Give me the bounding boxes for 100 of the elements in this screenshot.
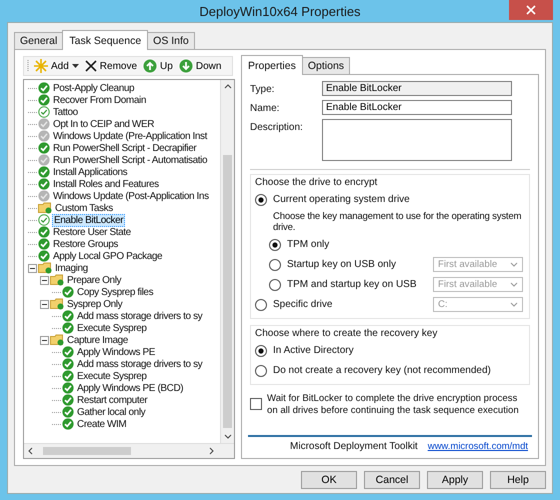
tab[interactable]: Properties <box>241 55 303 75</box>
tree-item[interactable]: Imaging <box>54 262 89 274</box>
tree-item[interactable]: Enable BitLocker <box>52 214 126 226</box>
check-circle-icon <box>62 286 74 298</box>
check-circle-icon <box>38 142 50 154</box>
field-label: Type: <box>250 83 276 95</box>
tree-item[interactable]: Add mass storage drivers to sy <box>76 358 204 370</box>
tab[interactable]: OS Info <box>147 32 195 49</box>
left-chevron-icon[interactable] <box>28 447 33 455</box>
tree-item[interactable]: Restore User State <box>52 226 132 238</box>
radio-button[interactable] <box>255 298 267 310</box>
collapse-toggle-icon[interactable] <box>40 276 49 284</box>
type-field[interactable]: Enable BitLocker <box>322 81 512 96</box>
radio-button[interactable] <box>269 238 281 250</box>
check-circle-icon <box>62 382 74 394</box>
tree-item[interactable]: Windows Update (Pre-Application Inst <box>52 130 208 142</box>
disabled-check-icon <box>38 190 50 202</box>
check-circle-icon <box>62 310 74 322</box>
group-title: Choose the drive to encrypt <box>255 177 378 188</box>
grip-icon[interactable] <box>27 59 30 73</box>
tab[interactable]: General <box>14 32 64 49</box>
checkbox[interactable] <box>250 398 262 410</box>
dialog-button[interactable]: Apply <box>427 471 483 489</box>
right-chevron-icon[interactable] <box>209 447 214 455</box>
tree-item[interactable]: Apply Windows PE (BCD) <box>76 382 184 394</box>
collapse-toggle-icon[interactable] <box>40 300 49 308</box>
tree-item[interactable]: Restore Groups <box>52 238 119 250</box>
radio-button[interactable] <box>269 258 281 270</box>
option-label[interactable]: Specific drive <box>273 299 332 310</box>
toolbar-button[interactable]: Down <box>176 59 224 73</box>
option-label[interactable]: In Active Directory <box>273 345 354 356</box>
toolbar-button[interactable]: Add <box>32 59 81 73</box>
field-label: Description: <box>250 121 304 133</box>
folder-icon <box>38 202 52 214</box>
dialog-button[interactable]: Cancel <box>364 471 420 489</box>
tree-item[interactable]: Execute Sysprep <box>76 322 148 334</box>
vertical-scrollbar[interactable] <box>220 80 234 443</box>
tree-item[interactable]: Sysprep Only <box>66 298 124 310</box>
radio-button[interactable] <box>255 344 267 356</box>
name-field[interactable]: Enable BitLocker <box>322 100 512 115</box>
tree-item[interactable]: Execute Sysprep <box>76 370 148 382</box>
folder-icon <box>50 298 64 310</box>
field-label: Name: <box>250 102 280 114</box>
tree-item[interactable]: Run PowerShell Script - Automatisatio <box>52 154 208 166</box>
chevron-down-icon <box>510 262 518 267</box>
dialog-button[interactable]: Help <box>490 471 546 489</box>
check-circle-icon <box>38 238 50 250</box>
folder-icon <box>50 274 64 286</box>
up-chevron-icon[interactable] <box>224 84 232 89</box>
radio-button[interactable] <box>255 364 267 376</box>
check-circle-icon <box>62 394 74 406</box>
option-label[interactable]: Startup key on USB only <box>287 259 396 270</box>
toolbar-button[interactable]: Remove <box>82 60 140 72</box>
radio-button[interactable] <box>255 194 267 206</box>
tab[interactable]: Task Sequence <box>62 30 148 50</box>
tree-item[interactable]: Run PowerShell Script - Decrapifier <box>52 142 198 154</box>
tree-item[interactable]: Prepare Only <box>66 274 122 286</box>
check-circle-icon <box>62 346 74 358</box>
collapse-toggle-icon[interactable] <box>28 264 37 272</box>
tree-item[interactable]: Recover From Domain <box>52 94 147 106</box>
tree-item[interactable]: Install Applications <box>52 166 128 178</box>
tree-item[interactable]: Opt In to CEIP and WER <box>52 118 156 130</box>
radio-button[interactable] <box>269 278 281 290</box>
tree-item[interactable]: Apply Local GPO Package <box>52 250 164 262</box>
dialog-button[interactable]: OK <box>301 471 357 489</box>
chevron-down-icon <box>510 302 518 307</box>
option-label[interactable]: Current operating system drive <box>273 194 410 205</box>
tree-item[interactable]: Gather local only <box>76 406 146 418</box>
disabled-check-icon <box>38 154 50 166</box>
checkbox-label[interactable]: Wait for BitLocker to complete the drive encryption process on all drives before continuing the task sequence execution <box>267 393 530 417</box>
tree-item[interactable]: Apply Windows PE <box>76 346 156 358</box>
tree-item[interactable]: Post-Apply Cleanup <box>52 82 136 94</box>
check-circle-icon <box>38 166 50 178</box>
tree-item[interactable]: Tattoo <box>52 106 79 118</box>
tree-item[interactable]: Create WIM <box>76 418 128 430</box>
down-arrow-icon <box>178 59 193 73</box>
tree-item[interactable]: Add mass storage drivers to sy <box>76 310 204 322</box>
option-label[interactable]: Do not create a recovery key (not recommended) <box>273 365 491 376</box>
down-chevron-icon[interactable] <box>224 434 232 439</box>
check-outline-icon <box>38 214 50 226</box>
collapse-toggle-icon[interactable] <box>40 336 49 344</box>
website-link[interactable]: www.microsoft.com/mdt <box>428 441 528 452</box>
check-circle-icon <box>62 370 74 382</box>
tree-item[interactable]: Restart computer <box>76 394 148 406</box>
brand-text: Microsoft Deployment Toolkit <box>290 441 418 452</box>
option-label[interactable]: TPM only <box>287 239 330 250</box>
chevron-down-icon <box>510 282 518 287</box>
tree-item[interactable]: Capture Image <box>66 334 129 346</box>
tree-item[interactable]: Custom Tasks <box>54 202 114 214</box>
horizontal-scrollbar[interactable] <box>24 443 234 458</box>
description-field[interactable] <box>322 119 512 161</box>
tree-item[interactable]: Windows Update (Post-Application Ins <box>52 190 210 202</box>
tab[interactable]: Options <box>302 57 350 74</box>
option-label[interactable]: TPM and startup key on USB <box>287 279 417 290</box>
group-title: Choose where to create the recovery key <box>255 328 438 339</box>
tree-item[interactable]: Copy Sysprep files <box>76 286 154 298</box>
tree-item[interactable]: Install Roles and Features <box>52 178 160 190</box>
check-circle-icon <box>38 250 50 262</box>
toolbar-button[interactable]: Up <box>141 59 175 73</box>
close-button[interactable] <box>509 0 553 20</box>
